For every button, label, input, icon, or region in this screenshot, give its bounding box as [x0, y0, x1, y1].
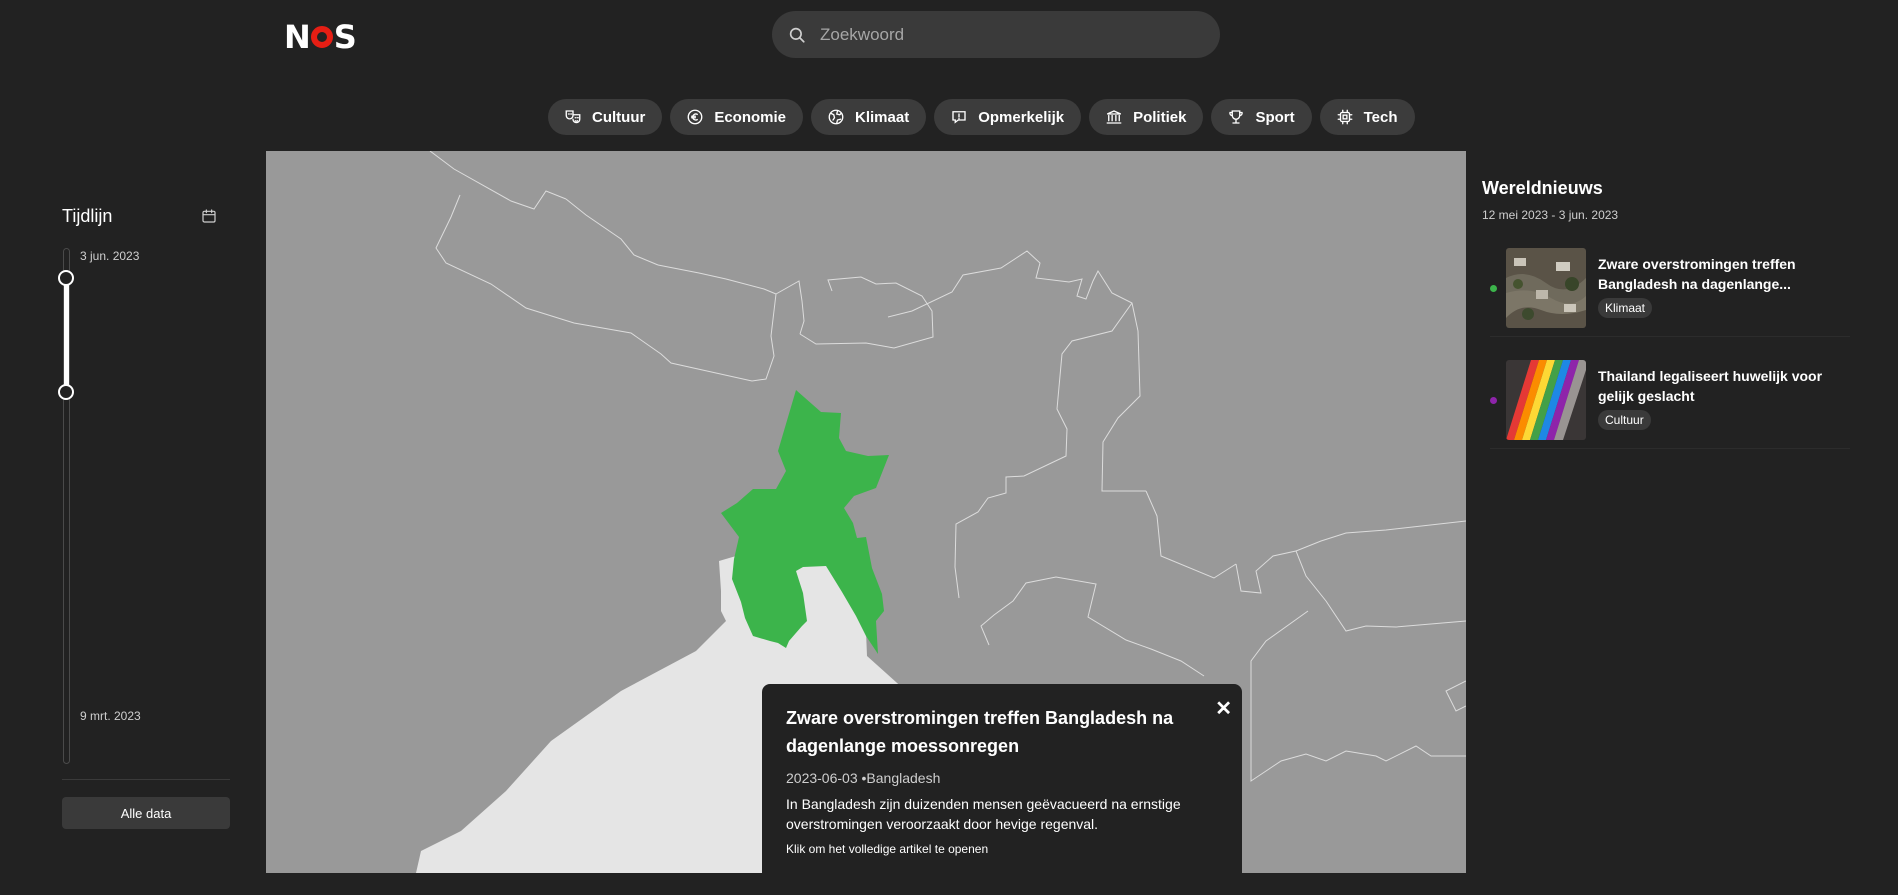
alert-message-icon	[952, 111, 966, 124]
timeline-title: Tijdlijn	[62, 206, 113, 226]
calendar-icon[interactable]	[201, 208, 217, 224]
popup-meta: 2023-06-03 •Bangladesh	[786, 770, 1218, 786]
world-news-title: Wereldnieuws	[1482, 178, 1603, 198]
news-card[interactable]: Zware overstromingen treffen Bangladesh …	[1490, 248, 1850, 337]
category-dot	[1490, 285, 1497, 292]
category-klimaat[interactable]: Klimaat	[811, 99, 927, 135]
category-opmerkelijk[interactable]: Opmerkelijk	[934, 99, 1082, 135]
popup-location: Bangladesh	[866, 770, 941, 786]
search-input[interactable]	[818, 23, 1182, 46]
close-icon[interactable]: ✕	[1215, 696, 1232, 721]
globe-icon	[828, 109, 844, 125]
category-politiek-label: Politiek	[1133, 108, 1187, 126]
timeline-panel: Tijdlijn 3 jun. 2023 9 mrt. 2023 Alle da…	[47, 150, 237, 850]
all-data-button[interactable]: Alle data	[62, 797, 230, 829]
nos-logo[interactable]: NS	[284, 18, 357, 56]
news-card-tag: Cultuur	[1598, 410, 1651, 430]
category-klimaat-label: Klimaat	[855, 108, 910, 126]
news-card[interactable]: Thailand legaliseert huwelijk voor gelij…	[1490, 360, 1850, 449]
article-popup[interactable]: ✕ Zware overstromingen treffen Banglades…	[762, 684, 1242, 873]
cpu-icon	[1337, 109, 1353, 125]
news-card-tag: Klimaat	[1598, 298, 1653, 318]
search-icon	[789, 27, 805, 43]
timeline-start-date: 9 mrt. 2023	[80, 709, 141, 723]
news-thumbnail-rainbow-flag	[1506, 360, 1586, 440]
parliament-icon	[1106, 110, 1122, 124]
category-tech-label: Tech	[1363, 108, 1398, 126]
timeline-start-handle[interactable]	[58, 384, 74, 400]
euro-icon	[687, 109, 703, 125]
world-news-date-range: 12 mei 2023 - 3 jun. 2023	[1482, 208, 1619, 222]
category-politiek[interactable]: Politiek	[1089, 99, 1204, 135]
timeline-end-handle[interactable]	[58, 270, 74, 286]
popup-title[interactable]: Zware overstromingen treffen Bangladesh …	[786, 704, 1186, 760]
search-bar[interactable]	[772, 11, 1220, 58]
popup-open-article-link[interactable]: Klik om het volledige artikel te openen	[786, 842, 1218, 856]
category-tech[interactable]: Tech	[1319, 99, 1415, 135]
popup-date: 2023-06-03	[786, 770, 858, 786]
popup-description: In Bangladesh zijn duizenden mensen geëv…	[786, 796, 1181, 832]
logo-letter-n: N	[284, 18, 311, 56]
news-card-title[interactable]: Thailand legaliseert huwelijk voor gelij…	[1598, 366, 1853, 406]
category-economie[interactable]: Economie	[670, 99, 804, 135]
category-sport-label: Sport	[1255, 108, 1295, 126]
logo-letter-s: S	[333, 18, 357, 56]
category-opmerkelijk-label: Opmerkelijk	[978, 108, 1065, 126]
timeline-divider	[62, 779, 230, 780]
timeline-selected-range	[64, 278, 69, 392]
category-cultuur-label: Cultuur	[592, 108, 646, 126]
category-dot	[1490, 397, 1497, 404]
theater-masks-icon	[565, 110, 581, 124]
category-sport[interactable]: Sport	[1211, 99, 1312, 135]
category-filters: Cultuur Economie Klimaat Opmerkelijk Pol…	[548, 99, 1415, 135]
logo-letter-o	[310, 26, 333, 48]
category-economie-label: Economie	[714, 108, 787, 126]
timeline-end-date: 3 jun. 2023	[80, 249, 140, 263]
news-card-title[interactable]: Zware overstromingen treffen Bangladesh …	[1598, 254, 1853, 294]
category-cultuur[interactable]: Cultuur	[548, 99, 663, 135]
trophy-icon	[1229, 110, 1244, 124]
news-thumbnail-flood	[1506, 248, 1586, 328]
